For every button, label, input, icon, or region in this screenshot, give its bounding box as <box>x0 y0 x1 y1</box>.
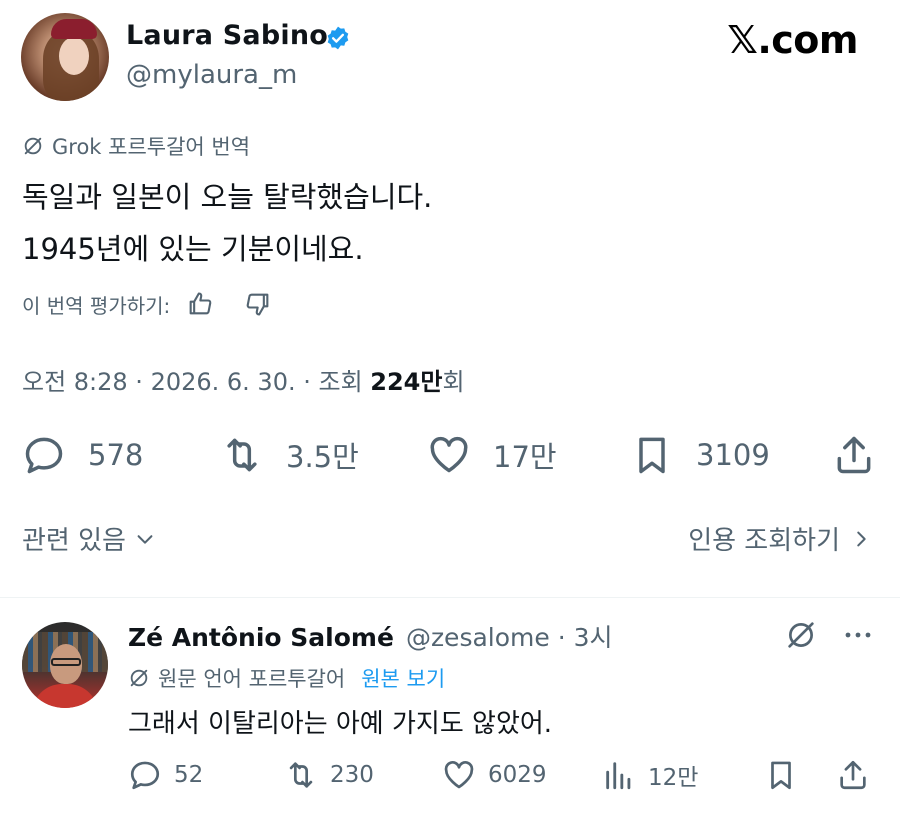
tweet-text-line-1: 독일과 일본이 오늘 탈락했습니다. <box>22 180 433 214</box>
verified-badge-icon <box>327 26 349 50</box>
translation-source-label: Grok 포르투갈어 번역 <box>52 135 251 159</box>
grok-icon[interactable] <box>784 618 818 652</box>
avatar-face <box>59 37 89 75</box>
retweet-icon <box>227 438 257 472</box>
tweet-action-bar: 578 3.5만 17만 3109 <box>0 425 900 485</box>
divider <box>0 597 900 598</box>
tweet-meta: 오전 8:28 · 2026. 6. 30. · 조회 224만회 <box>22 362 465 397</box>
bookmark-button[interactable]: 3109 <box>630 425 770 485</box>
view-original-link[interactable]: 원본 보기 <box>361 663 445 693</box>
heart-icon <box>430 436 468 473</box>
reply-reply-button[interactable]: 52 <box>128 750 203 800</box>
reply-count: 578 <box>88 438 144 472</box>
tweet-text-line-2: 1945년에 있는 기분이네요. <box>22 232 364 266</box>
avatar-glasses <box>51 658 81 666</box>
avatar-shirt <box>32 684 98 708</box>
view-count: 224만 <box>370 368 443 396</box>
chevron-right-icon <box>857 531 866 546</box>
reply-action-bar: 52 230 6029 12만 <box>0 750 900 800</box>
reply-author-avatar[interactable] <box>22 622 108 708</box>
view-count-suffix: 회 <box>442 368 465 396</box>
avatar-hat <box>51 19 97 39</box>
reply-header: Zé Antônio Salomé @zesalome · 3시 <box>128 618 613 654</box>
bookmark-icon <box>639 437 665 474</box>
like-count: 17만 <box>493 440 557 474</box>
chevron-down-icon <box>137 534 153 544</box>
heart-icon <box>444 761 474 789</box>
share-icon <box>840 760 866 790</box>
author-handle[interactable]: @mylaura_m <box>126 60 297 90</box>
reply-icon <box>130 761 160 790</box>
views-chart-icon <box>606 762 631 790</box>
retweet-icon <box>289 762 313 788</box>
translation-note: Grok 포르투갈어 번역 <box>22 132 250 160</box>
grok-icon <box>24 137 42 155</box>
author-avatar[interactable] <box>21 13 109 101</box>
related-filter[interactable]: 관련 있음 <box>22 520 156 557</box>
retweet-button[interactable]: 3.5만 <box>220 425 359 485</box>
share-button[interactable] <box>832 425 876 485</box>
reply-button[interactable]: 578 <box>22 425 143 485</box>
reply-source-language: 원문 언어 포르투갈어 <box>158 667 346 691</box>
reply-text: 그래서 이탈리아는 아예 가지도 않았어. <box>128 709 553 739</box>
rate-translation-row: 이 번역 평가하기: <box>22 287 272 321</box>
retweet-count: 3.5만 <box>286 440 359 474</box>
reply-view-count: 12만 <box>648 765 699 791</box>
like-button[interactable]: 17만 <box>427 425 557 485</box>
reply-icon <box>25 437 63 474</box>
reply-author-name[interactable]: Zé Antônio Salomé <box>128 623 394 652</box>
tweet-timestamp[interactable]: 오전 8:28 · 2026. 6. 30. · 조회 <box>22 368 370 396</box>
reply-like-button[interactable]: 6029 <box>442 750 547 800</box>
reply-reply-count: 52 <box>174 762 204 788</box>
share-icon <box>837 436 871 474</box>
reply-bookmark-button[interactable] <box>764 750 798 800</box>
related-label: 관련 있음 <box>22 526 126 556</box>
thumbs-up-icon[interactable] <box>186 290 214 318</box>
reply-author-handle[interactable]: @zesalome · 3시 <box>406 618 613 654</box>
author-name[interactable]: Laura Sabino <box>126 20 328 51</box>
reply-retweet-count: 230 <box>330 762 374 788</box>
thumbs-down-icon[interactable] <box>244 290 272 318</box>
reply-retweet-button[interactable]: 230 <box>284 750 374 800</box>
bookmark-count: 3109 <box>696 438 770 472</box>
view-quotes-label: 인용 조회하기 <box>688 526 840 556</box>
bookmark-icon <box>771 761 791 790</box>
tweet-page: Laura Sabino @mylaura_m 𝕏.com Grok 포르투갈어… <box>0 0 900 819</box>
more-options-icon[interactable] <box>840 620 876 650</box>
view-quotes-link[interactable]: 인용 조회하기 <box>688 520 872 557</box>
reply-views-button[interactable]: 12만 <box>602 750 698 800</box>
grok-icon <box>130 669 148 687</box>
reply-share-button[interactable] <box>836 750 870 800</box>
reply-like-count: 6029 <box>488 762 547 788</box>
site-label: 𝕏.com <box>727 18 858 62</box>
rate-translation-label: 이 번역 평가하기: <box>22 293 171 318</box>
reply-translation-note: 원문 언어 포르투갈어 원본 보기 <box>128 663 445 693</box>
